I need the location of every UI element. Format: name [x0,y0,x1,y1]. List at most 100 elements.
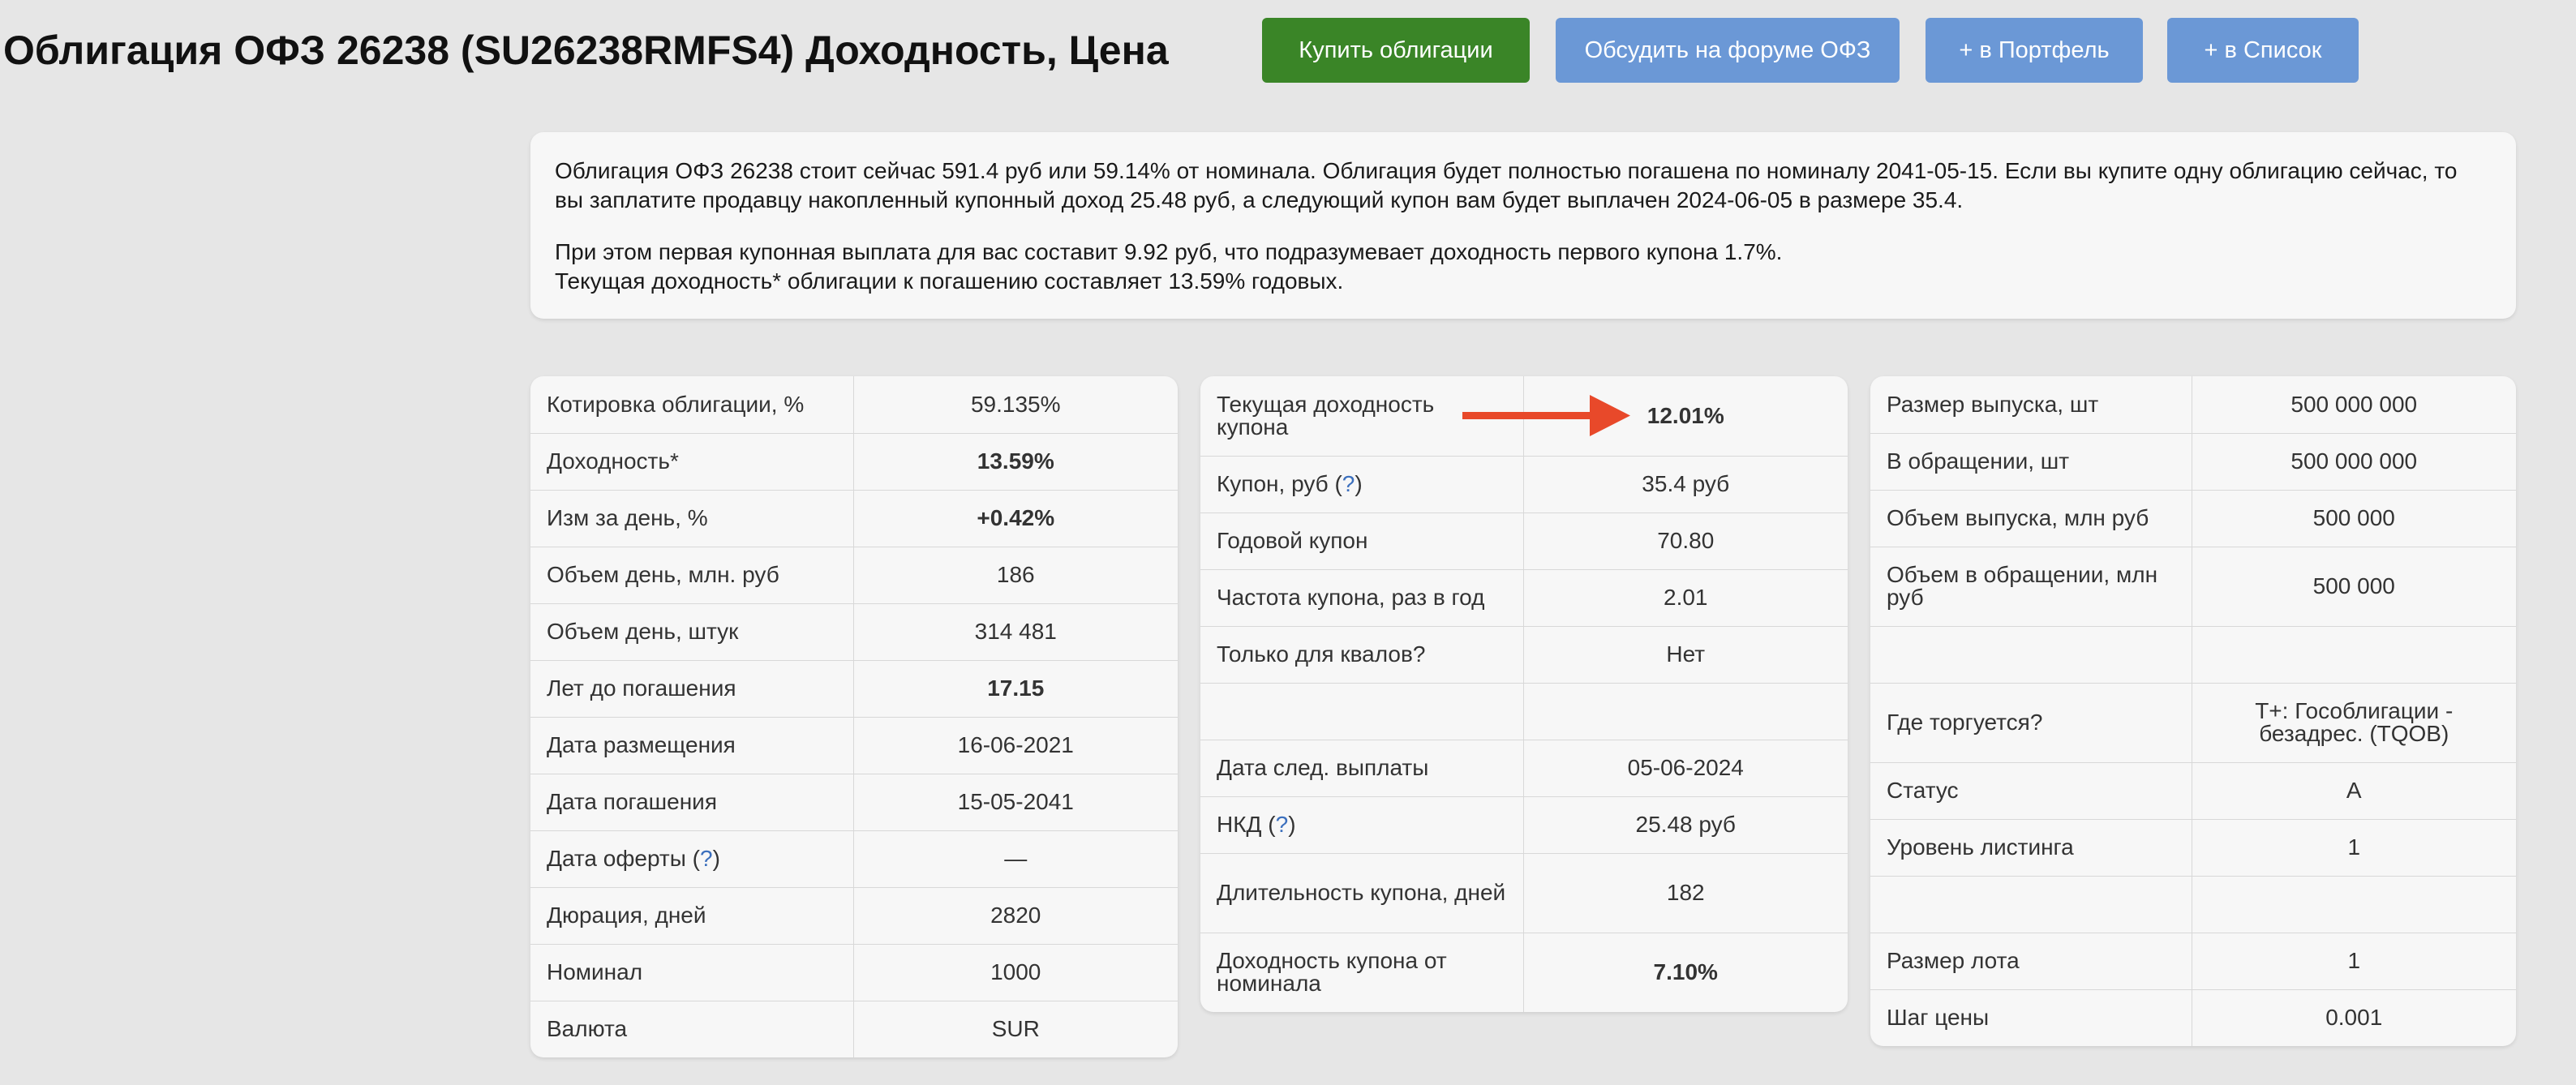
row-value: 15-05-2041 [853,774,1178,831]
row-label [1200,683,1524,740]
table-row: Шаг цены 0.001 [1870,989,2516,1046]
table-row: Размер лота 1 [1870,933,2516,990]
table-row: Валюта SUR [530,1001,1178,1057]
table-row: Дата след. выплаты 05-06-2024 [1200,740,1848,797]
row-label: Изм за день, % [530,490,854,547]
row-label: Объем день, штук [530,603,854,661]
row-value [2192,876,2516,933]
row-value: 500 000 [2192,547,2516,627]
table-row: Уровень листинга 1 [1870,819,2516,877]
row-label: НКД (?) [1200,796,1524,854]
arrow-head [1590,395,1630,436]
row-value: SUR [991,1016,1040,1042]
table-row: Объем день, штук 314 481 [530,603,1178,661]
quote-table: Котировка облигации, % 59.135% Доходност… [530,376,1178,1057]
row-label: В обращении, шт [1870,433,2192,491]
first-coupon-text: При этом первая купонная выплата для вас… [555,239,1783,264]
row-value: Нет [1523,626,1848,684]
description-paragraph-1: Облигация ОФЗ 26238 стоит сейчас 591.4 р… [555,158,2458,212]
description-paragraph-2: При этом первая купонная выплата для вас… [555,238,2492,296]
issue-table: Размер выпуска, шт 500 000 000 В обращен… [1870,376,2516,1046]
row-value: 59.135% [853,376,1178,434]
page-header: Облигация ОФЗ 26238 (SU26238RMFS4) Доход… [0,18,1169,83]
row-label: Где торгуется? [1870,683,2192,763]
row-value: 13.59% [853,433,1178,491]
row-label: Годовой купон [1200,512,1524,570]
table-row: Котировка облигации, % 59.135% [530,376,1178,434]
row-value: 1 [2192,933,2516,990]
table-row: Дюрация, дней 2820 [530,887,1178,945]
label-text: Купон, руб ( [1217,471,1342,496]
add-to-portfolio-button[interactable]: + в Портфель [1926,18,2143,83]
row-value: T+: Гособлигации - безадрес. (TQOB) [2192,683,2516,763]
table-row: Изм за день, % +0.42% [530,490,1178,547]
row-label: Только для квалов? [1200,626,1524,684]
table-row: Годовой купон 70.80 [1200,512,1848,570]
table-row: Где торгуется? T+: Гособлигации - безадр… [1870,683,2516,763]
row-label: Дата размещения [530,717,854,774]
row-value: A [2192,762,2516,820]
row-value: 16-06-2021 [853,717,1178,774]
row-label: Шаг цены [1870,989,2192,1046]
row-value [1523,683,1848,740]
table-row: Размер выпуска, шт 500 000 000 [1870,376,2516,434]
table-row: Лет до погашения 17.15 [530,660,1178,718]
table-row: Дата погашения 15-05-2041 [530,774,1178,831]
table-row: Только для квалов? Нет [1200,626,1848,684]
row-label: Статус [1870,762,2192,820]
row-label: Дата след. выплаты [1200,740,1524,797]
help-link[interactable]: ? [1276,812,1289,837]
table-row: Дата размещения 16-06-2021 [530,717,1178,774]
page-title: Облигация ОФЗ 26238 (SU26238RMFS4) Доход… [3,28,1169,73]
row-value: 186 [853,547,1178,604]
table-row: Объем в обращении, млн руб 500 000 [1870,547,2516,627]
row-value: 182 [1523,853,1848,933]
row-label: Размер выпуска, шт [1870,376,2192,434]
row-label: Объем выпуска, млн руб [1870,490,2192,547]
label-end: ) [1288,812,1296,837]
row-label: Длительность купона, дней [1200,853,1524,933]
coupon-table: Текущая доходность купона 12.01% Купон, … [1200,376,1848,1012]
row-value: 1000 [853,944,1178,1001]
help-link[interactable]: ? [1342,471,1355,496]
help-link[interactable]: ? [700,846,713,871]
description-card: Облигация ОФЗ 26238 стоит сейчас 591.4 р… [530,132,2516,319]
table-row: Дата оферты (?) — [530,830,1178,888]
row-label: Доходность купона от номинала [1200,933,1524,1012]
right-arrow-icon [1462,395,1630,436]
row-label: Валюта [530,1001,854,1057]
add-to-list-button[interactable]: + в Список [2167,18,2359,83]
row-label: Размер лота [1870,933,2192,990]
row-value: 0.001 [2325,1005,2383,1031]
row-value: 2820 [853,887,1178,945]
row-label: Объем день, млн. руб [530,547,854,604]
row-value: 17.15 [853,660,1178,718]
yield-to-maturity-text: Текущая доходность* облигации к погашени… [555,268,1344,294]
table-row: Купон, руб (?) 35.4 руб [1200,456,1848,513]
row-value: 05-06-2024 [1523,740,1848,797]
table-row: Длительность купона, дней 182 [1200,853,1848,933]
row-value: 500 000 000 [2192,433,2516,491]
row-label: Дата оферты (?) [530,830,854,888]
row-label [1870,876,2192,933]
table-row [1870,876,2516,933]
table-row: Статус A [1870,762,2516,820]
row-value: 1 [2192,819,2516,877]
label-end: ) [1355,471,1363,496]
row-label: Купон, руб (?) [1200,456,1524,513]
row-label: Доходность* [530,433,854,491]
table-row: Доходность* 13.59% [530,433,1178,491]
row-value: 35.4 руб [1523,456,1848,513]
row-label [1870,626,2192,684]
buy-bonds-button[interactable]: Купить облигации [1262,18,1530,83]
arrow-shaft [1462,412,1592,419]
row-value: 70.80 [1523,512,1848,570]
label-end: ) [712,846,720,871]
table-row [1870,626,2516,684]
row-value: +0.42% [853,490,1178,547]
row-value: — [853,830,1178,888]
table-row: Номинал 1000 [530,944,1178,1001]
table-row: Доходность купона от номинала 7.10% [1200,933,1848,1012]
row-value [2192,626,2516,684]
forum-discuss-button[interactable]: Обсудить на форуме ОФЗ [1556,18,1900,83]
